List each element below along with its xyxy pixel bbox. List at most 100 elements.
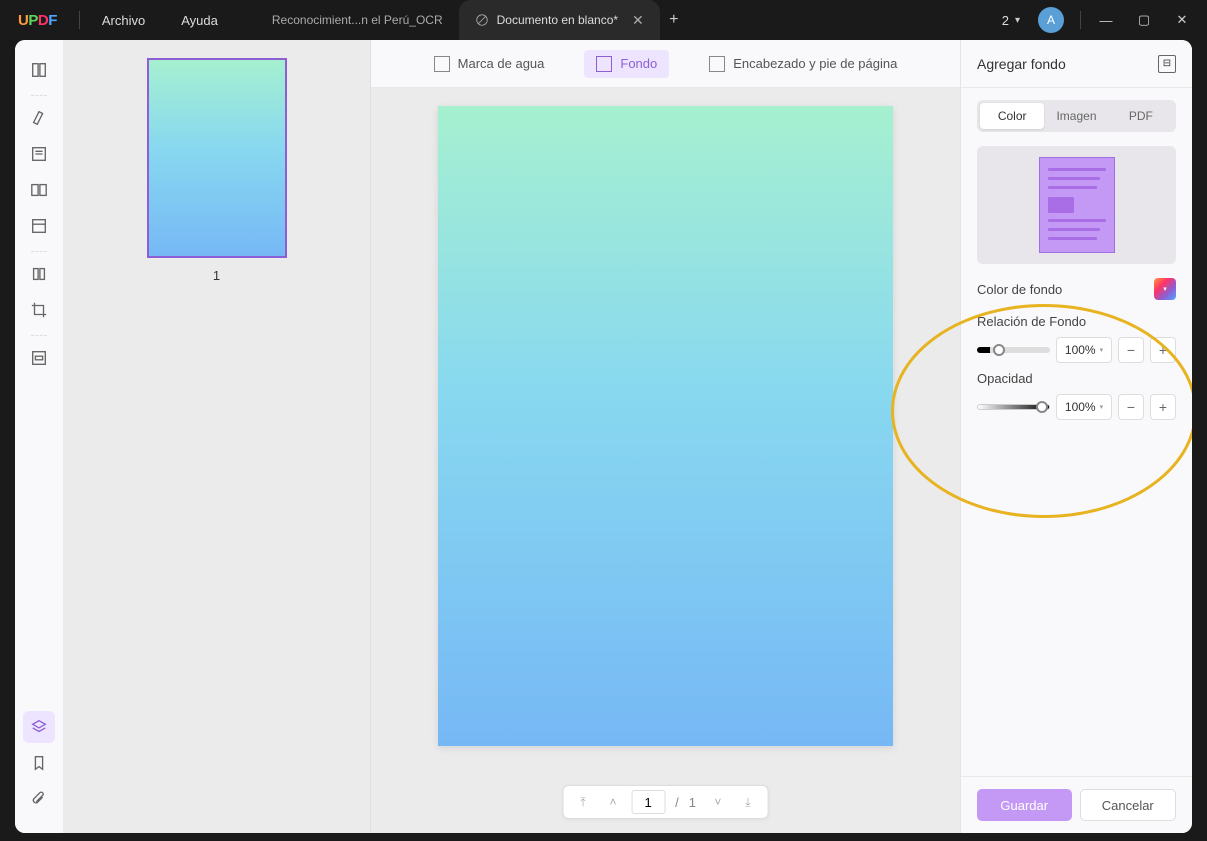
opt-label: Marca de agua bbox=[458, 56, 545, 71]
crop-tool-icon[interactable] bbox=[23, 294, 55, 326]
menu-file[interactable]: Archivo bbox=[84, 3, 163, 38]
tab-inactive[interactable]: Reconocimient...n el Perú_OCR bbox=[256, 0, 459, 40]
preview-line bbox=[1048, 219, 1106, 222]
update-count[interactable]: 2 bbox=[1002, 13, 1009, 28]
preview-line bbox=[1048, 228, 1100, 231]
source-segment: Color Imagen PDF bbox=[977, 100, 1176, 132]
opacity-decrease-button[interactable]: − bbox=[1118, 394, 1144, 420]
divider bbox=[31, 248, 47, 252]
avatar[interactable]: A bbox=[1038, 7, 1064, 33]
divider bbox=[31, 92, 47, 96]
page-thumbnail[interactable]: 1 bbox=[147, 58, 287, 833]
background-button[interactable]: Fondo bbox=[584, 50, 669, 78]
ratio-decrease-button[interactable]: − bbox=[1118, 337, 1144, 363]
watermark-button[interactable]: Marca de agua bbox=[422, 50, 557, 78]
slider-thumb[interactable] bbox=[993, 344, 1005, 356]
headerfooter-icon bbox=[709, 56, 725, 72]
opacity-label: Opacidad bbox=[977, 371, 1176, 386]
preview-pic bbox=[1048, 197, 1074, 213]
thumbnail-number: 1 bbox=[147, 268, 287, 283]
next-page-button[interactable]: ˅ bbox=[706, 790, 730, 814]
panel-title: Agregar fondo bbox=[977, 56, 1066, 72]
last-page-button[interactable]: ⤓ bbox=[736, 790, 760, 814]
preview-line bbox=[1048, 237, 1097, 240]
divider bbox=[31, 332, 47, 336]
opacity-value: 100% bbox=[1065, 400, 1096, 414]
page-total: 1 bbox=[689, 795, 696, 810]
tab-label: Reconocimient...n el Perú_OCR bbox=[272, 13, 443, 27]
right-panel: Agregar fondo ⊟ Color Imagen PDF bbox=[960, 40, 1192, 833]
opt-label: Fondo bbox=[620, 56, 657, 71]
titlebar: UPDF Archivo Ayuda Reconocimient...n el … bbox=[0, 0, 1207, 40]
reader-tool-icon[interactable] bbox=[23, 54, 55, 86]
logo-d: D bbox=[38, 12, 48, 29]
opacity-value-dropdown[interactable]: 100% bbox=[1056, 394, 1112, 420]
ratio-value-dropdown[interactable]: 100% bbox=[1056, 337, 1112, 363]
save-template-icon[interactable]: ⊟ bbox=[1158, 55, 1176, 73]
ratio-controls: 100% − + bbox=[977, 337, 1176, 363]
opt-label: Encabezado y pie de página bbox=[733, 56, 897, 71]
page-tools-bar: Marca de agua Fondo Encabezado y pie de … bbox=[371, 40, 960, 88]
bgcolor-row: Color de fondo bbox=[977, 278, 1176, 300]
sidebyside-tool-icon[interactable] bbox=[23, 174, 55, 206]
preview-line bbox=[1048, 177, 1100, 180]
prev-page-button[interactable]: ˄ bbox=[601, 790, 625, 814]
opacity-increase-button[interactable]: + bbox=[1150, 394, 1176, 420]
logo-f: F bbox=[48, 12, 57, 29]
seg-image[interactable]: Imagen bbox=[1044, 103, 1108, 129]
no-edit-icon bbox=[475, 13, 489, 27]
attachment-tool-icon[interactable] bbox=[23, 783, 55, 815]
seg-pdf[interactable]: PDF bbox=[1109, 103, 1173, 129]
tab-label: Documento en blanco* bbox=[497, 13, 618, 27]
watermark-icon bbox=[434, 56, 450, 72]
background-icon bbox=[596, 56, 612, 72]
app-window: UPDF Archivo Ayuda Reconocimient...n el … bbox=[0, 0, 1207, 841]
document-page bbox=[438, 106, 893, 746]
chevron-down-icon[interactable]: ▾ bbox=[1015, 15, 1020, 26]
headerfooter-button[interactable]: Encabezado y pie de página bbox=[697, 50, 909, 78]
seg-color[interactable]: Color bbox=[980, 103, 1044, 129]
opacity-controls: 100% − + bbox=[977, 394, 1176, 420]
menu-help[interactable]: Ayuda bbox=[163, 3, 236, 38]
right-panel-header: Agregar fondo ⊟ bbox=[961, 40, 1192, 88]
redact-tool-icon[interactable] bbox=[23, 342, 55, 374]
ocr-tool-icon[interactable] bbox=[23, 258, 55, 290]
opacity-slider[interactable] bbox=[977, 397, 1050, 417]
preview-line bbox=[1048, 186, 1097, 189]
left-toolbar bbox=[15, 40, 63, 833]
right-panel-body: Color Imagen PDF bbox=[961, 88, 1192, 776]
logo-u: U bbox=[18, 12, 28, 29]
main-menu: Archivo Ayuda bbox=[84, 3, 236, 38]
new-tab-button[interactable]: + bbox=[660, 0, 688, 40]
preview-row bbox=[1048, 195, 1106, 213]
preview-line bbox=[1048, 168, 1106, 171]
document-tabs: Reconocimient...n el Perú_OCR Documento … bbox=[256, 0, 688, 40]
cancel-button[interactable]: Cancelar bbox=[1080, 789, 1177, 821]
bgcolor-label: Color de fondo bbox=[977, 282, 1062, 297]
ratio-slider[interactable] bbox=[977, 340, 1050, 360]
save-button[interactable]: Guardar bbox=[977, 789, 1072, 821]
ratio-increase-button[interactable]: + bbox=[1150, 337, 1176, 363]
left-toolbar-bottom bbox=[23, 711, 55, 833]
edit-tool-icon[interactable] bbox=[23, 138, 55, 170]
tab-active[interactable]: Documento en blanco* ✕ bbox=[459, 0, 660, 40]
page-navigator: ⤒ ˄ / 1 ˅ ⤓ bbox=[562, 785, 769, 819]
close-tab-icon[interactable]: ✕ bbox=[632, 12, 644, 29]
minimize-button[interactable]: — bbox=[1089, 6, 1123, 34]
form-tool-icon[interactable] bbox=[23, 210, 55, 242]
color-picker-button[interactable] bbox=[1154, 278, 1176, 300]
page-separator: / bbox=[675, 795, 679, 810]
maximize-button[interactable]: ▢ bbox=[1127, 6, 1161, 34]
layers-tool-icon[interactable] bbox=[23, 711, 55, 743]
app-logo: UPDF bbox=[0, 12, 75, 29]
ratio-value: 100% bbox=[1065, 343, 1096, 357]
divider bbox=[79, 11, 80, 29]
slider-thumb[interactable] bbox=[1036, 401, 1048, 413]
document-canvas[interactable] bbox=[371, 88, 960, 833]
bookmark-tool-icon[interactable] bbox=[23, 747, 55, 779]
first-page-button[interactable]: ⤒ bbox=[571, 790, 595, 814]
thumbnail-preview bbox=[147, 58, 287, 258]
close-button[interactable]: ✕ bbox=[1165, 6, 1199, 34]
page-input[interactable] bbox=[631, 790, 665, 814]
highlight-tool-icon[interactable] bbox=[23, 102, 55, 134]
